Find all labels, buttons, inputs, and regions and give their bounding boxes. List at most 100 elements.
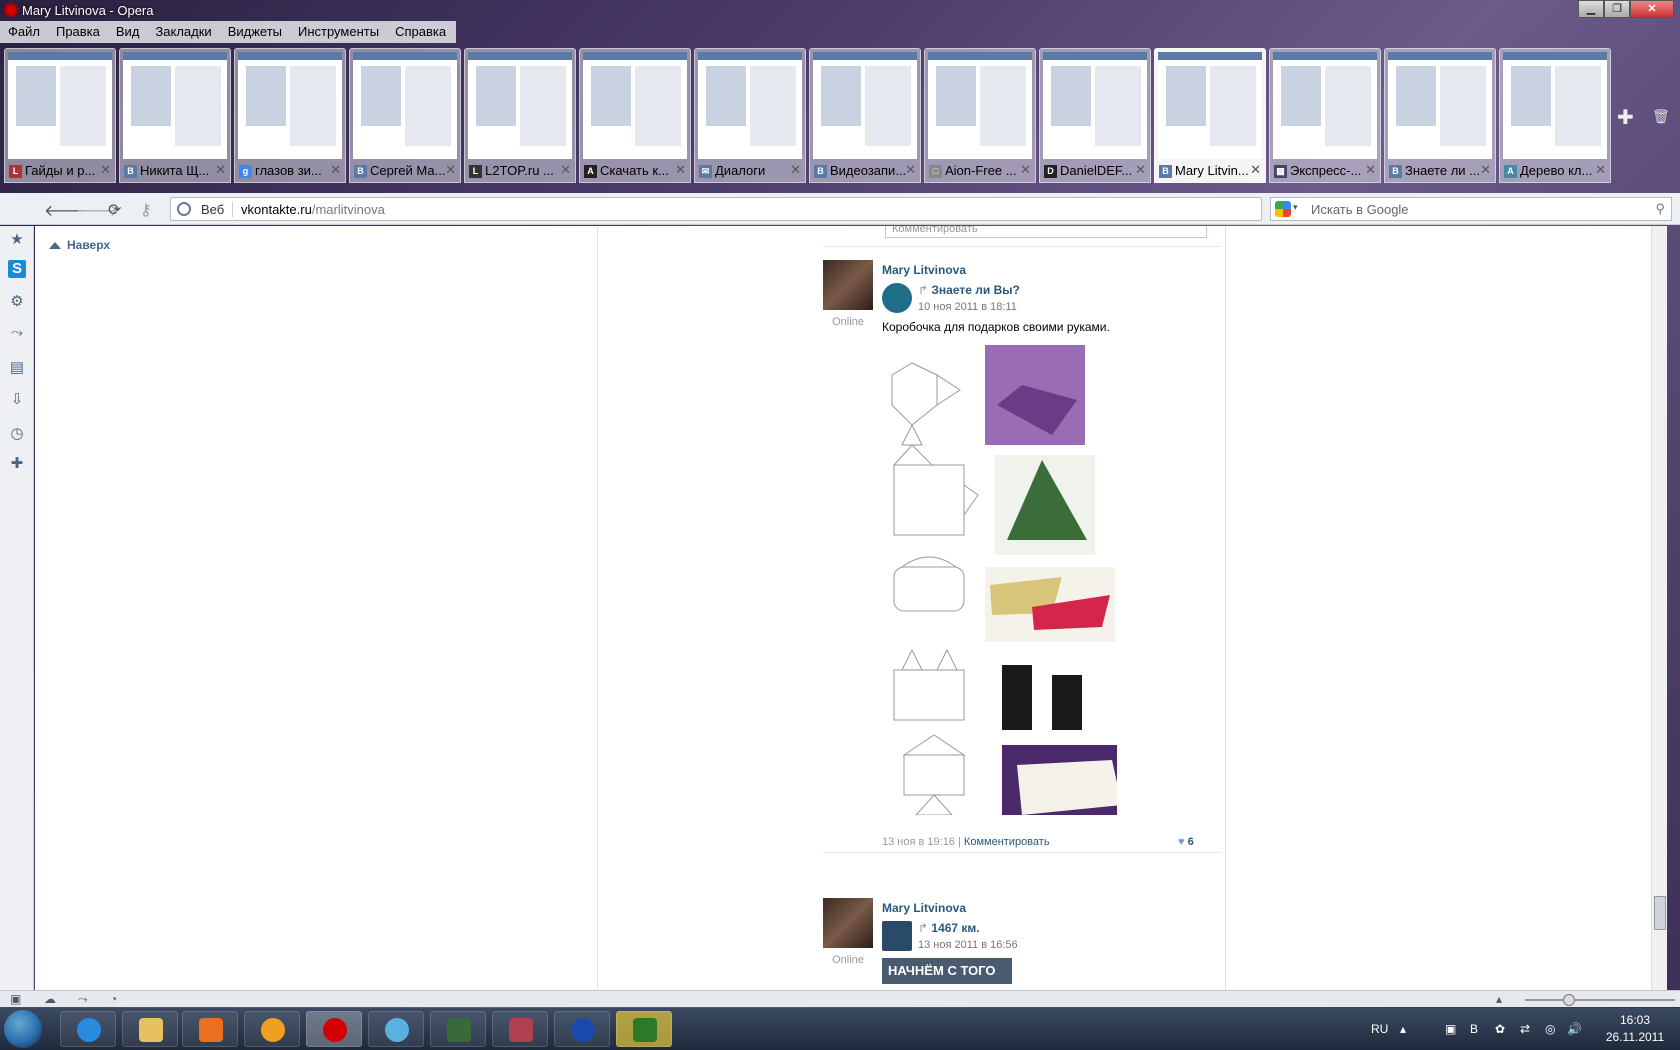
close-button[interactable]: ✕: [1630, 0, 1674, 18]
tab-thumbnail[interactable]: [468, 52, 572, 159]
tab-5[interactable]: L L2TOP.ru ... ✕: [464, 48, 576, 183]
panel-toggle-icon[interactable]: ▣: [10, 992, 21, 1006]
tab-close-icon[interactable]: ✕: [100, 162, 111, 178]
avatar[interactable]: [823, 898, 873, 948]
qip-taskbar-button[interactable]: [244, 1011, 300, 1047]
tab-3[interactable]: g глазов зи... ✕: [234, 48, 346, 183]
tab-8[interactable]: В Видеозапи... ✕: [809, 48, 921, 183]
tab-thumbnail[interactable]: [698, 52, 802, 159]
zoom-slider[interactable]: [1525, 994, 1675, 1006]
url-text[interactable]: vkontakte.ru/marlitvinova: [241, 202, 385, 217]
search-icon[interactable]: ⚲: [1655, 201, 1665, 217]
menu-widgets[interactable]: Виджеты: [222, 21, 292, 43]
minimize-button[interactable]: ▁: [1578, 0, 1604, 18]
post-image-gift-box-templates[interactable]: [882, 345, 1117, 815]
tab-close-icon[interactable]: ✕: [330, 162, 341, 178]
bookmarks-star-icon[interactable]: ★: [8, 230, 26, 248]
url-field[interactable]: Веб vkontakte.ru/marlitvinova: [170, 197, 1262, 221]
trash-icon[interactable]: 🗑: [1652, 108, 1670, 125]
scrollbar-thumb[interactable]: [1654, 896, 1666, 930]
google-icon[interactable]: [1275, 201, 1291, 217]
bluetooth-taskbar-button[interactable]: [554, 1011, 610, 1047]
menu-edit[interactable]: Правка: [50, 21, 110, 43]
language-indicator[interactable]: RU: [1371, 1022, 1388, 1036]
tab-thumbnail[interactable]: [1273, 52, 1377, 159]
post-date[interactable]: 10 ноя 2011 в 18:11: [918, 301, 1017, 313]
opera-logo-icon[interactable]: [4, 3, 18, 17]
media-taskbar-button[interactable]: [182, 1011, 238, 1047]
wand-key-icon[interactable]: ⚷: [140, 200, 152, 220]
post-author[interactable]: Mary Litvinova: [882, 901, 966, 915]
turbo-share-icon[interactable]: ⤳: [78, 992, 88, 1007]
tab-close-icon[interactable]: ✕: [1020, 162, 1031, 178]
tab-10[interactable]: D DanielDEF... ✕: [1039, 48, 1151, 183]
menu-help[interactable]: Справка: [389, 21, 456, 43]
page-scrollbar[interactable]: [1651, 226, 1667, 990]
tab-thumbnail[interactable]: [1388, 52, 1492, 159]
tab-close-icon[interactable]: ✕: [1365, 162, 1376, 178]
source-avatar[interactable]: [882, 921, 912, 951]
tray-icon-5[interactable]: ◎: [1545, 1022, 1555, 1036]
tab-close-icon[interactable]: ✕: [1480, 162, 1491, 178]
menu-view[interactable]: Вид: [110, 21, 150, 43]
skype-icon[interactable]: S: [8, 260, 26, 278]
tab-thumbnail[interactable]: [813, 52, 917, 159]
post-image-banner[interactable]: НАЧНЁМ С ТОГО: [882, 958, 1012, 984]
reload-icon[interactable]: ⟳: [108, 200, 121, 220]
history-clock-icon[interactable]: ◷: [8, 424, 26, 442]
tab-9[interactable]: □ Aion-Free ... ✕: [924, 48, 1036, 183]
tab-thumbnail[interactable]: [1043, 52, 1147, 159]
menu-bookmarks[interactable]: Закладки: [149, 21, 221, 43]
tray-icon-1[interactable]: ▣: [1445, 1022, 1456, 1036]
tab-13[interactable]: В Знаете ли ... ✕: [1384, 48, 1496, 183]
repost-source[interactable]: ↱ Знаете ли Вы?: [918, 283, 1020, 297]
notes-icon[interactable]: ▤: [8, 358, 26, 376]
start-button[interactable]: [4, 1010, 42, 1048]
volume-icon[interactable]: 🔊: [1567, 1022, 1582, 1036]
gear-icon[interactable]: ⚙: [8, 292, 26, 310]
dropdown-arrow-icon[interactable]: ▾: [1293, 202, 1298, 213]
tray-network-icon[interactable]: ⇄: [1520, 1022, 1530, 1036]
search-field[interactable]: ▾ Искать в Google ⚲: [1270, 197, 1672, 221]
tab-close-icon[interactable]: ✕: [905, 162, 916, 178]
system-clock[interactable]: 16:03 26.11.2011: [1600, 1012, 1670, 1046]
post-date[interactable]: 13 ноя 2011 в 16:56: [918, 939, 1018, 951]
repost-source[interactable]: ↱ 1467 км.: [918, 921, 980, 935]
game2-taskbar-button[interactable]: [616, 1011, 672, 1047]
maximize-button[interactable]: ❐: [1604, 0, 1630, 18]
tab-close-icon[interactable]: ✕: [1250, 162, 1261, 178]
explorer-taskbar-button[interactable]: [122, 1011, 178, 1047]
like-button[interactable]: ♥ 6: [1178, 836, 1194, 848]
tab-thumbnail[interactable]: [928, 52, 1032, 159]
tab-thumbnail[interactable]: [583, 52, 687, 159]
add-panel-icon[interactable]: ✚: [8, 454, 26, 472]
tab-11[interactable]: В Mary Litvin... ✕: [1154, 48, 1266, 183]
post-author[interactable]: Mary Litvinova: [882, 263, 966, 277]
comment-link[interactable]: Комментировать: [964, 836, 1050, 848]
tab-2[interactable]: В Никита Щ... ✕: [119, 48, 231, 183]
post-footer-date[interactable]: 13 ноя в 19:16: [882, 836, 955, 848]
downloads-icon[interactable]: ⇩: [8, 390, 26, 408]
tab-7[interactable]: ✉ Диалоги ✕: [694, 48, 806, 183]
tab-close-icon[interactable]: ✕: [675, 162, 686, 178]
menu-tools[interactable]: Инструменты: [292, 21, 389, 43]
new-tab-button[interactable]: ✚: [1617, 105, 1634, 130]
tray-icon-3[interactable]: ✿: [1495, 1022, 1505, 1036]
tray-expand-icon[interactable]: ▴: [1400, 1022, 1406, 1036]
tab-close-icon[interactable]: ✕: [790, 162, 801, 178]
tab-thumbnail[interactable]: [238, 52, 342, 159]
tab-close-icon[interactable]: ✕: [560, 162, 571, 178]
tab-14[interactable]: A Дерево кл... ✕: [1499, 48, 1611, 183]
zoom-slider-knob[interactable]: [1563, 994, 1575, 1006]
source-avatar[interactable]: [882, 283, 912, 313]
tab-thumbnail[interactable]: [1503, 52, 1607, 159]
comment-input[interactable]: Комментировать: [885, 226, 1207, 238]
tray-vk-icon[interactable]: В: [1470, 1022, 1478, 1036]
tab-close-icon[interactable]: ✕: [445, 162, 456, 178]
tab-close-icon[interactable]: ✕: [1135, 162, 1146, 178]
tab-close-icon[interactable]: ✕: [1595, 162, 1606, 178]
back-to-top-link[interactable]: Наверх: [49, 238, 110, 252]
unite-cloud-icon[interactable]: ☁: [44, 992, 56, 1006]
menu-file[interactable]: Файл: [2, 21, 50, 43]
monitor-taskbar-button[interactable]: [430, 1011, 486, 1047]
